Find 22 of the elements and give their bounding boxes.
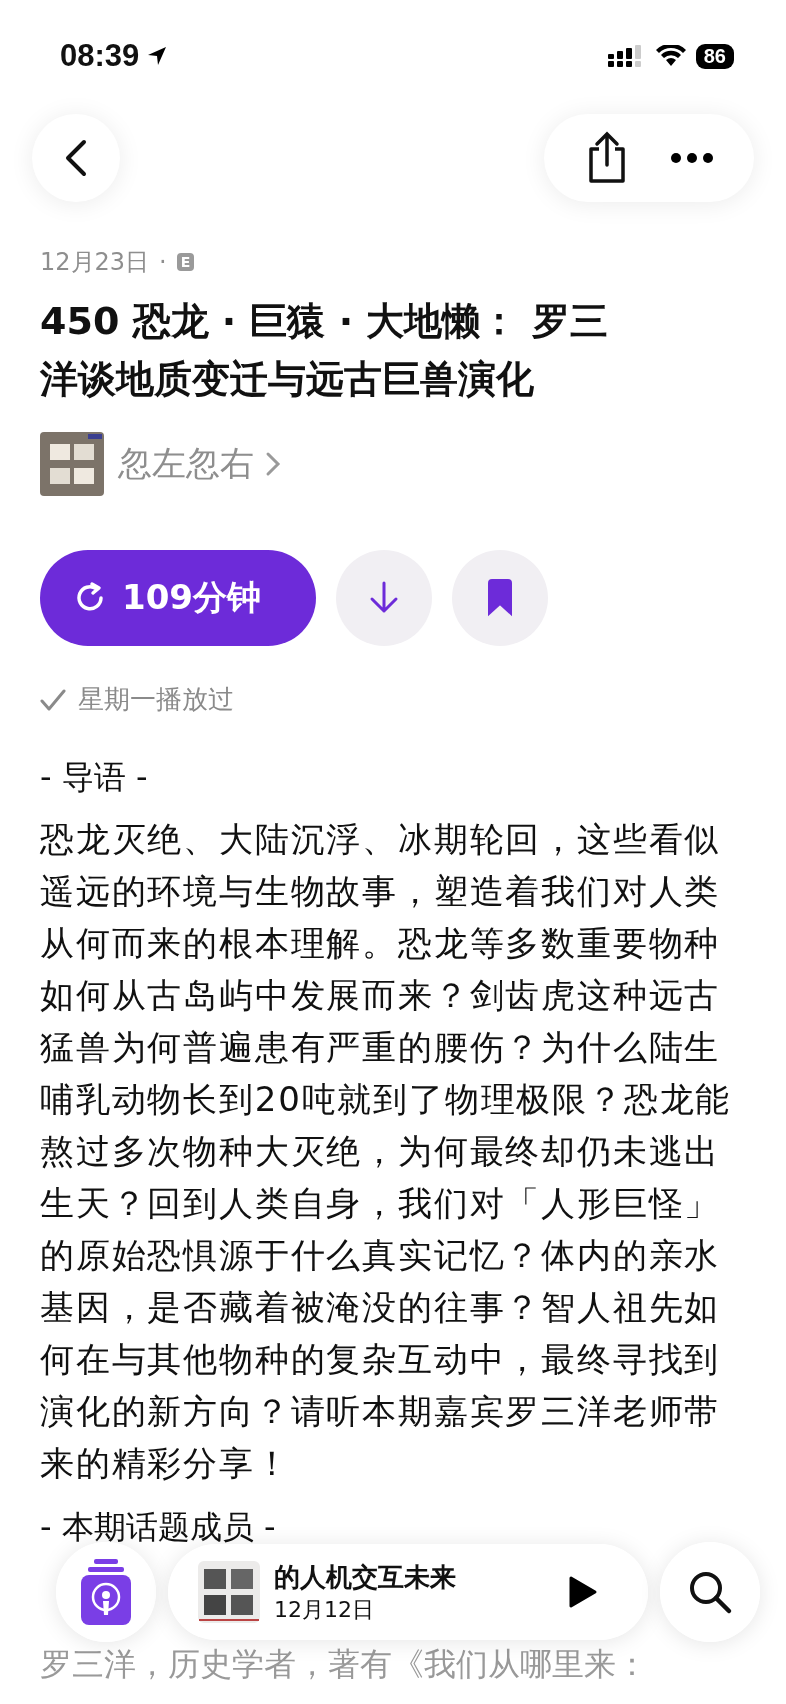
description-text: 罗三洋，历史学者，著有《我们从哪里来：: [40, 1644, 649, 1685]
download-icon: [369, 581, 399, 615]
mini-player[interactable]: 的人机交互未来 12月12日: [168, 1544, 648, 1640]
more-icon[interactable]: [669, 152, 714, 164]
now-playing-title: 的人机交互未来: [274, 1560, 457, 1594]
bookmark-icon: [486, 579, 514, 617]
section-heading: - 导语 -: [40, 757, 149, 798]
played-status: 星期一播放过: [78, 683, 234, 716]
status-time: 08:39: [60, 38, 140, 74]
battery-icon: 86: [695, 43, 734, 69]
play-duration-button[interactable]: 109分钟: [40, 550, 316, 646]
episode-date: 12月23日: [40, 247, 150, 278]
description-paragraph: 恐龙灭绝、大陆沉浮、冰期轮回，这些看似遥远的环境与生物故事，塑造着我们对人类从何而来的根本理解。恐龙等多数重要物种如何从古岛屿中发展而来？剑齿虎这种远古猛兽为何普遍患有严重的腰伤？为什么陆生哺乳动物长到20吨就到了物理极限？恐龙能熬过多次物种大灭绝，为何最终却仍未逃出生天？回到人类自身，我们对「人形巨怪」的原始恐惧源于什么真实记忆？体内的亲水基因，是否藏着被淹没的往事？智人祖先如何在与其他物种的复杂互动中，最终寻找到演化的新方向？请听本期嘉宾罗三洋老师带来的精彩分享！: [40, 818, 733, 1485]
now-playing-date: 12月12日: [274, 1595, 375, 1624]
podcast-library-icon: [81, 1559, 131, 1625]
explicit-badge: E: [176, 253, 195, 271]
separator-dot: ·: [159, 248, 167, 276]
search-icon: [687, 1569, 733, 1615]
chevron-right-icon: [264, 450, 282, 478]
wifi-icon: [655, 45, 686, 67]
episode-title: 450 恐龙 · 巨猿 · 大地懒： 罗三洋谈地质变迁与远古巨兽演化: [40, 298, 609, 403]
play-icon[interactable]: [568, 1575, 598, 1609]
